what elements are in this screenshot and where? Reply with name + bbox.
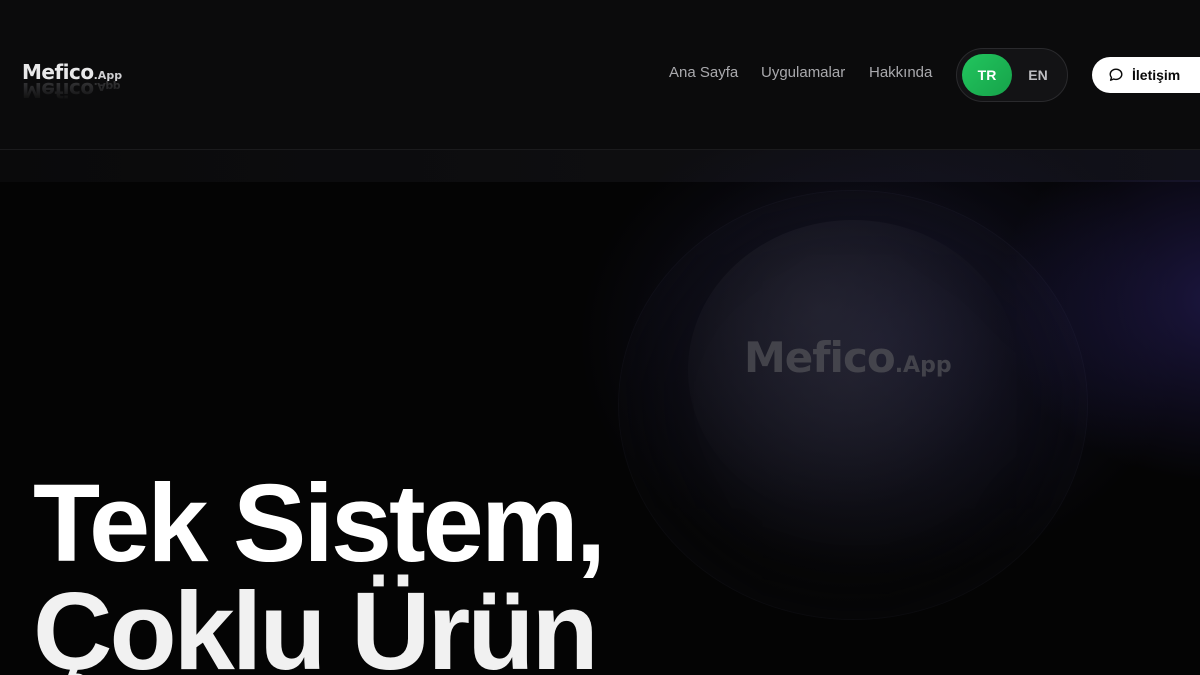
hero-headline: Tek Sistem, Çoklu Ürün <box>33 462 793 675</box>
contact-button[interactable]: İletişim <box>1092 57 1200 93</box>
hero-logo: Mefico.App <box>744 333 952 382</box>
hero-top-strip <box>0 150 1200 182</box>
site-header: Mefico.App Mefico.App Ana Sayfa Uygulama… <box>0 0 1200 150</box>
hero-headline-line-2: Çoklu Ürün <box>33 570 599 675</box>
contact-button-label: İletişim <box>1132 67 1181 83</box>
nav-item-about[interactable]: Hakkında <box>869 64 932 81</box>
language-option-en[interactable]: EN <box>1013 54 1063 96</box>
hero-section: Mefico.App Tek Sistem, Çoklu Ürün <box>0 150 1200 675</box>
language-option-tr[interactable]: TR <box>962 54 1012 96</box>
chat-bubble-icon <box>1108 67 1124 83</box>
language-switcher: TR EN <box>956 48 1068 102</box>
page: Mefico.App Mefico.App Ana Sayfa Uygulama… <box>0 0 1200 675</box>
nav-item-apps[interactable]: Uygulamalar <box>761 64 845 81</box>
nav-item-home[interactable]: Ana Sayfa <box>669 64 738 81</box>
hero-headline-line-1: Tek Sistem, <box>33 462 606 585</box>
